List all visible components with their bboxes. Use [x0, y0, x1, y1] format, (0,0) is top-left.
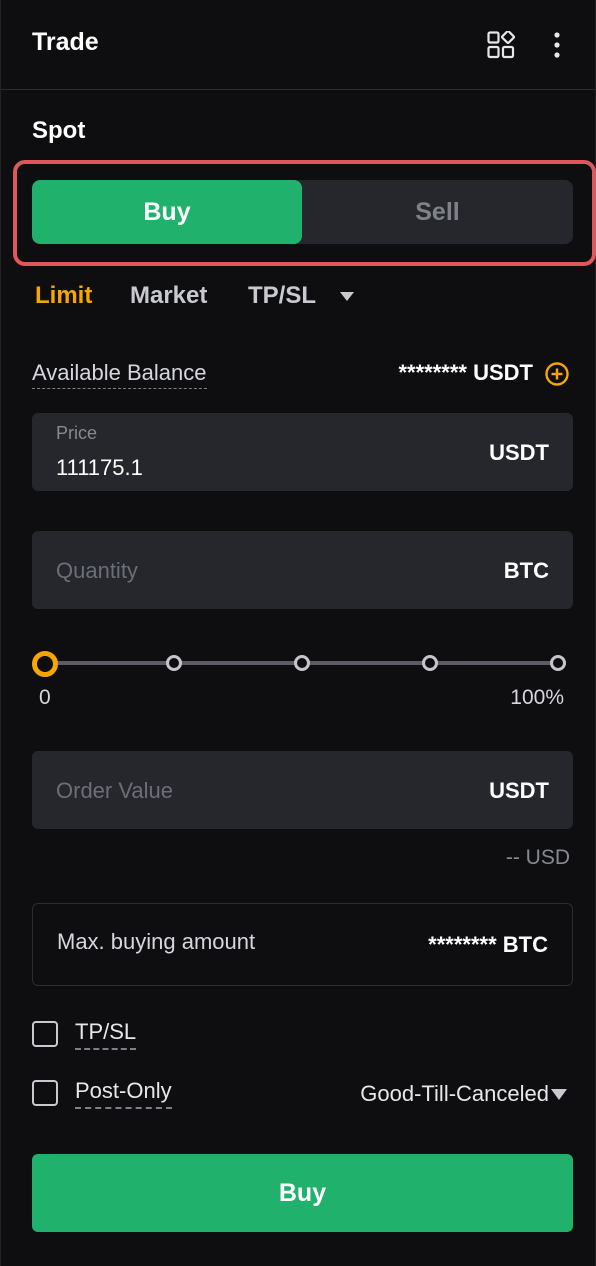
- price-unit: USDT: [489, 440, 549, 465]
- available-balance-label[interactable]: Available Balance: [32, 360, 207, 389]
- buy-tab[interactable]: Buy: [32, 180, 302, 244]
- caret-down-icon[interactable]: [551, 1089, 567, 1101]
- slider-handle[interactable]: [32, 651, 58, 677]
- quantity-input[interactable]: Quantity BTC: [32, 531, 573, 609]
- slider-min-label: 0: [39, 686, 51, 709]
- add-funds-icon[interactable]: [544, 361, 570, 387]
- usd-estimate: -- USD: [505, 846, 570, 869]
- more-vertical-icon[interactable]: [547, 30, 567, 60]
- section-title-spot: Spot: [32, 117, 86, 144]
- buy-sell-toggle: Buy Sell: [32, 180, 573, 244]
- max-buying-value: ******** BTC: [428, 932, 548, 957]
- available-balance-value: ******** USDT: [398, 360, 534, 385]
- caret-down-icon[interactable]: [340, 292, 354, 302]
- post-only-checkbox[interactable]: [32, 1080, 58, 1106]
- order-value-placeholder: Order Value: [56, 778, 173, 803]
- slider-step-50[interactable]: [294, 655, 310, 671]
- slider-step-25[interactable]: [166, 655, 182, 671]
- price-label: Price: [56, 423, 98, 443]
- slider-step-100[interactable]: [550, 655, 566, 671]
- slider-step-75[interactable]: [422, 655, 438, 671]
- tpsl-option: TP/SL: [32, 1019, 573, 1051]
- sell-tab[interactable]: Sell: [302, 180, 573, 244]
- quantity-placeholder: Quantity: [56, 558, 138, 583]
- tab-market[interactable]: Market: [130, 282, 207, 310]
- max-buying-amount-box: Max. buying amount ******** BTC: [32, 903, 573, 986]
- tpsl-checkbox-label[interactable]: TP/SL: [75, 1019, 137, 1050]
- post-only-checkbox-label[interactable]: Post-Only: [75, 1078, 172, 1109]
- tab-limit[interactable]: Limit: [35, 282, 92, 310]
- slider-max-label: 100%: [510, 686, 564, 709]
- quantity-slider[interactable]: [32, 651, 573, 677]
- panel-header: Trade: [1, 0, 596, 90]
- order-value-input[interactable]: Order Value USDT: [32, 751, 573, 829]
- trade-panel: Trade Spot Buy Sell Limit Market TP/SL A…: [0, 0, 596, 1266]
- price-value[interactable]: 111175.1: [56, 455, 143, 481]
- order-value-unit: USDT: [489, 778, 549, 803]
- tpsl-checkbox[interactable]: [32, 1021, 58, 1047]
- tab-tpsl[interactable]: TP/SL: [248, 282, 316, 310]
- submit-buy-button[interactable]: Buy: [32, 1154, 573, 1232]
- panel-title: Trade: [32, 28, 99, 56]
- time-in-force-select[interactable]: Good-Till-Canceled: [360, 1081, 549, 1107]
- grid-layout-icon[interactable]: [487, 31, 515, 59]
- quantity-unit: BTC: [503, 558, 549, 583]
- max-buying-label: Max. buying amount: [57, 929, 256, 954]
- price-input[interactable]: Price 111175.1 USDT: [32, 413, 573, 491]
